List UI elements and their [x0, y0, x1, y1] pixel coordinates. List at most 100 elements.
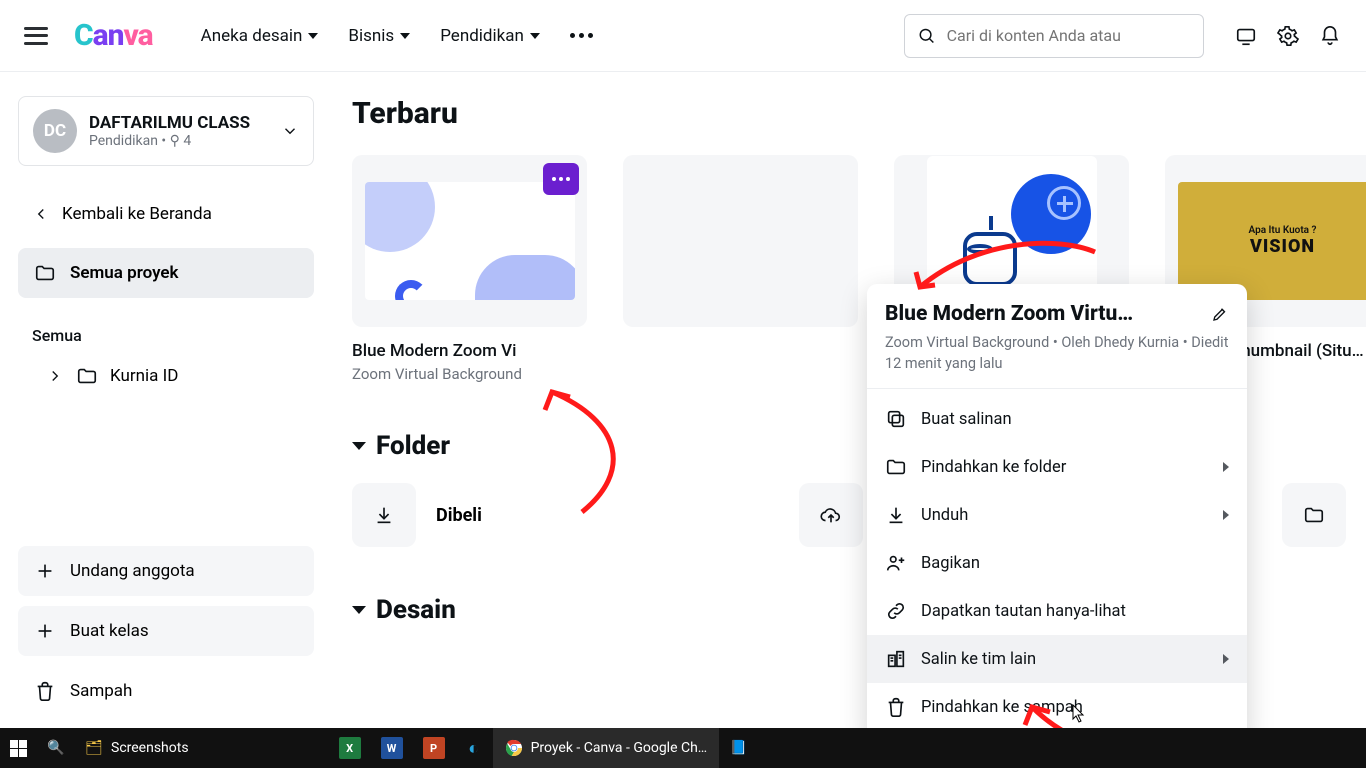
- taskbar-app-screenshots[interactable]: 🗂 Screenshots: [75, 728, 199, 768]
- taskbar-app-powerpoint[interactable]: P: [413, 728, 455, 768]
- popover-items: Buat salinan Pindahkan ke folder Unduh B…: [867, 389, 1247, 728]
- edge-icon: ◐: [465, 739, 483, 757]
- folder-icon: [1303, 504, 1325, 526]
- global-search[interactable]: [904, 14, 1204, 58]
- topnav-item-designs[interactable]: Aneka desain: [201, 26, 319, 46]
- design-card[interactable]: Blue Modern Zoom Vi Zoom Virtual Backgro…: [352, 155, 587, 383]
- hamburger-menu-icon[interactable]: [24, 27, 48, 45]
- menu-item-move-trash[interactable]: Pindahkan ke sampah: [867, 683, 1247, 728]
- menu-item-view-link[interactable]: Dapatkan tautan hanya-lihat: [867, 587, 1247, 635]
- chevron-down-icon: [308, 33, 318, 39]
- folder-heading: Folder: [376, 431, 450, 461]
- canva-logo[interactable]: Canva: [74, 18, 153, 53]
- taskbar-app-excel[interactable]: X: [329, 728, 371, 768]
- team-text: DAFTARILMU CLASS Pendidikan • ⚲ 4: [89, 113, 250, 149]
- windows-taskbar: 🔍 🗂 Screenshots X W P ◐ Proyek - Canva - …: [0, 728, 1366, 768]
- folder-icon: [76, 365, 98, 387]
- sidebar-tree-item[interactable]: Kurnia ID: [18, 353, 314, 399]
- sidebar-item-all-projects[interactable]: Semua proyek: [18, 248, 314, 298]
- back-to-home[interactable]: Kembali ke Beranda: [18, 194, 314, 234]
- search-input[interactable]: [947, 26, 1191, 45]
- menu-label: Bagikan: [921, 554, 980, 573]
- plus-icon: [34, 620, 56, 642]
- chevron-right-icon: [1223, 462, 1229, 472]
- trash-button[interactable]: Sampah: [18, 666, 314, 716]
- top-right-icons: [1234, 24, 1342, 48]
- windows-logo-icon: [10, 740, 27, 757]
- popover-sub: Zoom Virtual Background • Oleh Dhedy Kur…: [885, 332, 1229, 374]
- menu-item-move-folder[interactable]: Pindahkan ke folder: [867, 443, 1247, 491]
- share-people-icon: [885, 552, 907, 574]
- design-thumb: [352, 155, 587, 327]
- menu-label: Buat salinan: [921, 410, 1012, 429]
- chevron-down-icon: [352, 442, 366, 450]
- topnav-item-business[interactable]: Bisnis: [348, 26, 410, 46]
- mouse-cursor: [1070, 704, 1086, 724]
- book-icon: 📘: [729, 739, 747, 757]
- chevron-down-icon: [281, 122, 299, 140]
- chevron-left-icon: [32, 205, 50, 223]
- design-thumb: [623, 155, 858, 327]
- topnav-item-education[interactable]: Pendidikan: [440, 26, 540, 46]
- link-icon: [885, 600, 907, 622]
- menu-item-download[interactable]: Unduh: [867, 491, 1247, 539]
- pencil-edit-icon[interactable]: [1211, 305, 1229, 323]
- plus-icon: [34, 560, 56, 582]
- folder-icon: [34, 262, 56, 284]
- menu-item-share[interactable]: Bagikan: [867, 539, 1247, 587]
- trash-icon: [885, 696, 907, 718]
- tree-item-label: Kurnia ID: [110, 366, 178, 386]
- folder-tile-purchased[interactable]: Dibeli: [352, 483, 482, 547]
- topbar: Canva Aneka desain Bisnis Pendidikan: [0, 0, 1366, 72]
- copy-icon: [885, 408, 907, 430]
- sidebar-item-label: Semua proyek: [70, 263, 179, 283]
- taskbar-app-notes[interactable]: 📘: [719, 728, 757, 768]
- design-context-menu: Blue Modern Zoom Virtu… Zoom Virtual Bac…: [867, 284, 1247, 728]
- taskbar-search[interactable]: 🔍: [37, 728, 75, 768]
- team-switcher[interactable]: DC DAFTARILMU CLASS Pendidikan • ⚲ 4: [18, 96, 314, 166]
- card-title: Blue Modern Zoom Vi: [352, 341, 587, 361]
- taskbar-label: Screenshots: [111, 740, 189, 756]
- menu-item-make-copy[interactable]: Buat salinan: [867, 395, 1247, 443]
- cloud-upload-icon: [820, 504, 842, 526]
- folder-tile-icon: [1282, 483, 1346, 547]
- gear-icon[interactable]: [1276, 24, 1300, 48]
- download-icon: [885, 504, 907, 526]
- folder-tile-icon: [799, 483, 863, 547]
- taskbar-app-chrome-active[interactable]: Proyek - Canva - Google Ch…: [493, 728, 720, 768]
- start-button[interactable]: [0, 728, 37, 768]
- taskbar-app-word[interactable]: W: [371, 728, 413, 768]
- menu-label: Unduh: [921, 506, 968, 525]
- bell-icon[interactable]: [1318, 24, 1342, 48]
- design-heading: Desain: [376, 595, 456, 625]
- trash-icon: [34, 680, 56, 702]
- folder-tile-more[interactable]: [1282, 483, 1346, 547]
- create-class-button[interactable]: Buat kelas: [18, 606, 314, 656]
- more-dots-icon: [570, 33, 593, 38]
- menu-label: Salin ke tim lain: [921, 650, 1036, 669]
- taskbar-app-edge[interactable]: ◐: [455, 728, 493, 768]
- sidebar-section-all: Semua: [18, 318, 314, 353]
- main-area: Terbaru Blue Modern Zoom Vi Zoom Virtual…: [332, 72, 1366, 728]
- recent-heading: Terbaru: [352, 96, 1366, 131]
- invite-members-button[interactable]: Undang anggota: [18, 546, 314, 596]
- menu-label: Dapatkan tautan hanya-lihat: [921, 602, 1126, 621]
- design-card[interactable]: [623, 155, 858, 383]
- folder-icon: [885, 456, 907, 478]
- sidebar-bottom: Undang anggota Buat kelas Sampah: [18, 546, 314, 716]
- topnav-more[interactable]: [570, 26, 593, 46]
- menu-label: Pindahkan ke folder: [921, 458, 1066, 477]
- topnav-label: Aneka desain: [201, 26, 303, 46]
- popover-header: Blue Modern Zoom Virtu… Zoom Virtual Bac…: [867, 284, 1247, 388]
- search-icon: [917, 25, 937, 47]
- word-icon: W: [381, 737, 403, 759]
- folder-icon: 🗂: [85, 739, 103, 757]
- card-more-button[interactable]: [543, 163, 579, 195]
- thumb-text-top: Apa Itu Kuota ?: [1249, 225, 1317, 236]
- create-class-label: Buat kelas: [70, 621, 149, 641]
- menu-item-copy-to-team[interactable]: Salin ke tim lain: [867, 635, 1247, 683]
- chevron-down-icon: [530, 33, 540, 39]
- present-icon[interactable]: [1234, 24, 1258, 48]
- thumb-text-logo: VISION: [1250, 236, 1315, 257]
- buildings-icon: [885, 648, 907, 670]
